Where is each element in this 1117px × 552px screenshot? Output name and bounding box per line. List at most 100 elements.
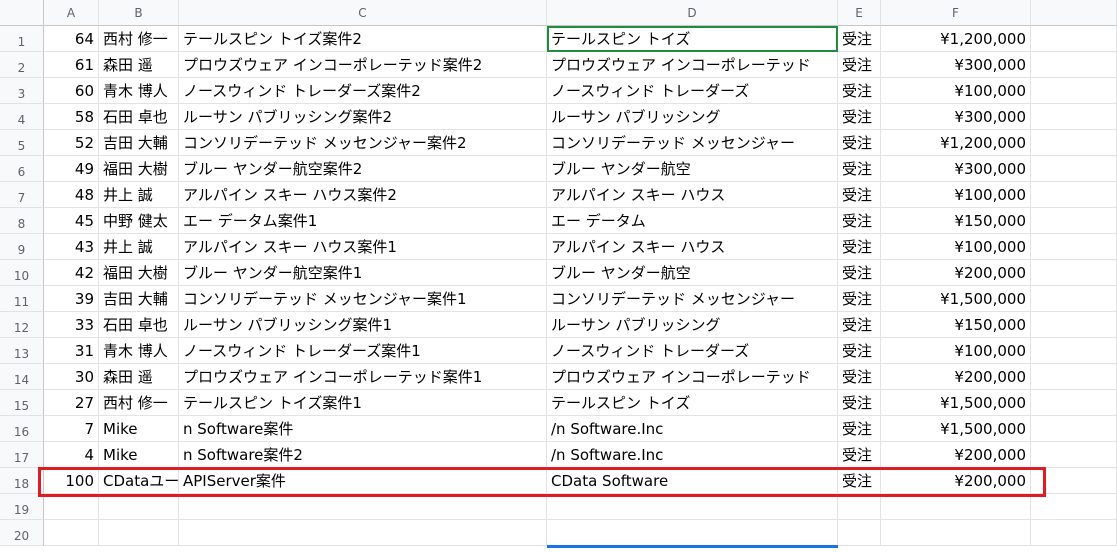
cell-c[interactable]: APIServer案件 [179,468,547,494]
cell-f[interactable]: ¥150,000 [881,312,1031,338]
cell-e[interactable]: 受注 [838,442,881,468]
cell-b[interactable] [99,494,179,520]
row-header[interactable]: 6 [0,156,44,182]
cell-c[interactable] [179,520,547,546]
cell-empty[interactable] [1031,234,1117,260]
cell-empty[interactable] [1031,416,1117,442]
cell-d[interactable]: ルーサン パブリッシング [547,104,838,130]
cell-e[interactable]: 受注 [838,156,881,182]
cell-a[interactable]: 42 [44,260,99,286]
cell-e[interactable]: 受注 [838,78,881,104]
cell-empty[interactable] [1031,390,1117,416]
cell-f[interactable] [881,494,1031,520]
cell-c[interactable]: コンソリデーテッド メッセンジャー案件2 [179,130,547,156]
cell-empty[interactable] [1031,442,1117,468]
cell-empty[interactable] [1031,52,1117,78]
cell-c[interactable]: テールスピン トイズ案件1 [179,390,547,416]
cell-empty[interactable] [1031,260,1117,286]
cell-b[interactable]: 吉田 大輔 [99,286,179,312]
cell-a[interactable]: 7 [44,416,99,442]
cell-a[interactable]: 30 [44,364,99,390]
cell-c[interactable]: ルーサン パブリッシング案件1 [179,312,547,338]
cell-empty[interactable] [1031,208,1117,234]
cell-b[interactable]: CDataユーザー [99,468,179,494]
cell-empty[interactable] [1031,494,1117,520]
row-header[interactable]: 12 [0,312,44,338]
cell-e[interactable]: 受注 [838,208,881,234]
cell-b[interactable]: 青木 博人 [99,78,179,104]
cell-d[interactable]: コンソリデーテッド メッセンジャー [547,286,838,312]
cell-d[interactable]: アルパイン スキー ハウス [547,234,838,260]
cell-a[interactable]: 43 [44,234,99,260]
cell-c[interactable]: プロウズウェア インコーポレーテッド案件1 [179,364,547,390]
row-header[interactable]: 4 [0,104,44,130]
cell-a[interactable]: 60 [44,78,99,104]
cell-a[interactable]: 49 [44,156,99,182]
cell-d[interactable]: /n Software.Inc [547,416,838,442]
cell-d[interactable]: コンソリデーテッド メッセンジャー [547,130,838,156]
column-header-f[interactable]: F [881,0,1031,26]
cell-e[interactable]: 受注 [838,104,881,130]
row-header[interactable]: 18 [0,468,44,494]
cell-e[interactable]: 受注 [838,312,881,338]
cell-f[interactable]: ¥200,000 [881,468,1031,494]
cell-e[interactable]: 受注 [838,416,881,442]
cell-empty[interactable] [1031,338,1117,364]
cell-e[interactable] [838,520,881,546]
cell-f[interactable]: ¥200,000 [881,442,1031,468]
cell-c[interactable]: ノースウィンド トレーダーズ案件1 [179,338,547,364]
cell-empty[interactable] [1031,182,1117,208]
cell-f[interactable]: ¥1,500,000 [881,416,1031,442]
cell-f[interactable]: ¥1,200,000 [881,130,1031,156]
cell-empty[interactable] [1031,130,1117,156]
cell-b[interactable]: 井上 誠 [99,182,179,208]
cell-f[interactable]: ¥300,000 [881,52,1031,78]
cell-c[interactable]: n Software案件2 [179,442,547,468]
cell-a[interactable] [44,494,99,520]
cell-b[interactable]: 吉田 大輔 [99,130,179,156]
row-header[interactable]: 5 [0,130,44,156]
cell-d[interactable] [547,494,838,520]
cell-b[interactable]: Mike [99,442,179,468]
cell-b[interactable]: 石田 卓也 [99,312,179,338]
cell-c[interactable]: プロウズウェア インコーポレーテッド案件2 [179,52,547,78]
cell-a[interactable]: 4 [44,442,99,468]
cell-c[interactable]: ブルー ヤンダー航空案件2 [179,156,547,182]
row-header[interactable]: 10 [0,260,44,286]
cell-empty[interactable] [1031,364,1117,390]
cell-b[interactable]: 福田 大樹 [99,260,179,286]
cell-empty[interactable] [1031,520,1117,546]
cell-d[interactable]: ブルー ヤンダー航空 [547,156,838,182]
cell-f[interactable]: ¥100,000 [881,182,1031,208]
cell-empty[interactable] [1031,286,1117,312]
cell-b[interactable]: 森田 遥 [99,364,179,390]
row-header[interactable]: 1 [0,26,44,52]
cell-b[interactable]: 青木 博人 [99,338,179,364]
cell-b[interactable]: 森田 遥 [99,52,179,78]
cell-d[interactable]: CData Software [547,468,838,494]
cell-b[interactable]: 福田 大樹 [99,156,179,182]
cell-c[interactable]: アルパイン スキー ハウス案件1 [179,234,547,260]
cell-d[interactable]: /n Software.Inc [547,442,838,468]
cell-d[interactable]: ルーサン パブリッシング [547,312,838,338]
row-header[interactable]: 9 [0,234,44,260]
cell-empty[interactable] [1031,156,1117,182]
cell-d[interactable]: プロウズウェア インコーポレーテッド [547,364,838,390]
cell-e[interactable]: 受注 [838,364,881,390]
cell-d[interactable] [547,520,838,546]
row-header[interactable]: 19 [0,494,44,520]
cell-c[interactable]: アルパイン スキー ハウス案件2 [179,182,547,208]
cell-e[interactable]: 受注 [838,260,881,286]
cell-a[interactable]: 27 [44,390,99,416]
cell-e[interactable]: 受注 [838,338,881,364]
cell-b[interactable]: 石田 卓也 [99,104,179,130]
cell-a[interactable]: 33 [44,312,99,338]
cell-e[interactable]: 受注 [838,390,881,416]
cell-a[interactable]: 100 [44,468,99,494]
cell-c[interactable]: n Software案件 [179,416,547,442]
cell-a[interactable] [44,520,99,546]
cell-f[interactable]: ¥300,000 [881,104,1031,130]
cell-e[interactable]: 受注 [838,130,881,156]
cell-d[interactable]: エー データム [547,208,838,234]
cell-f[interactable] [881,520,1031,546]
